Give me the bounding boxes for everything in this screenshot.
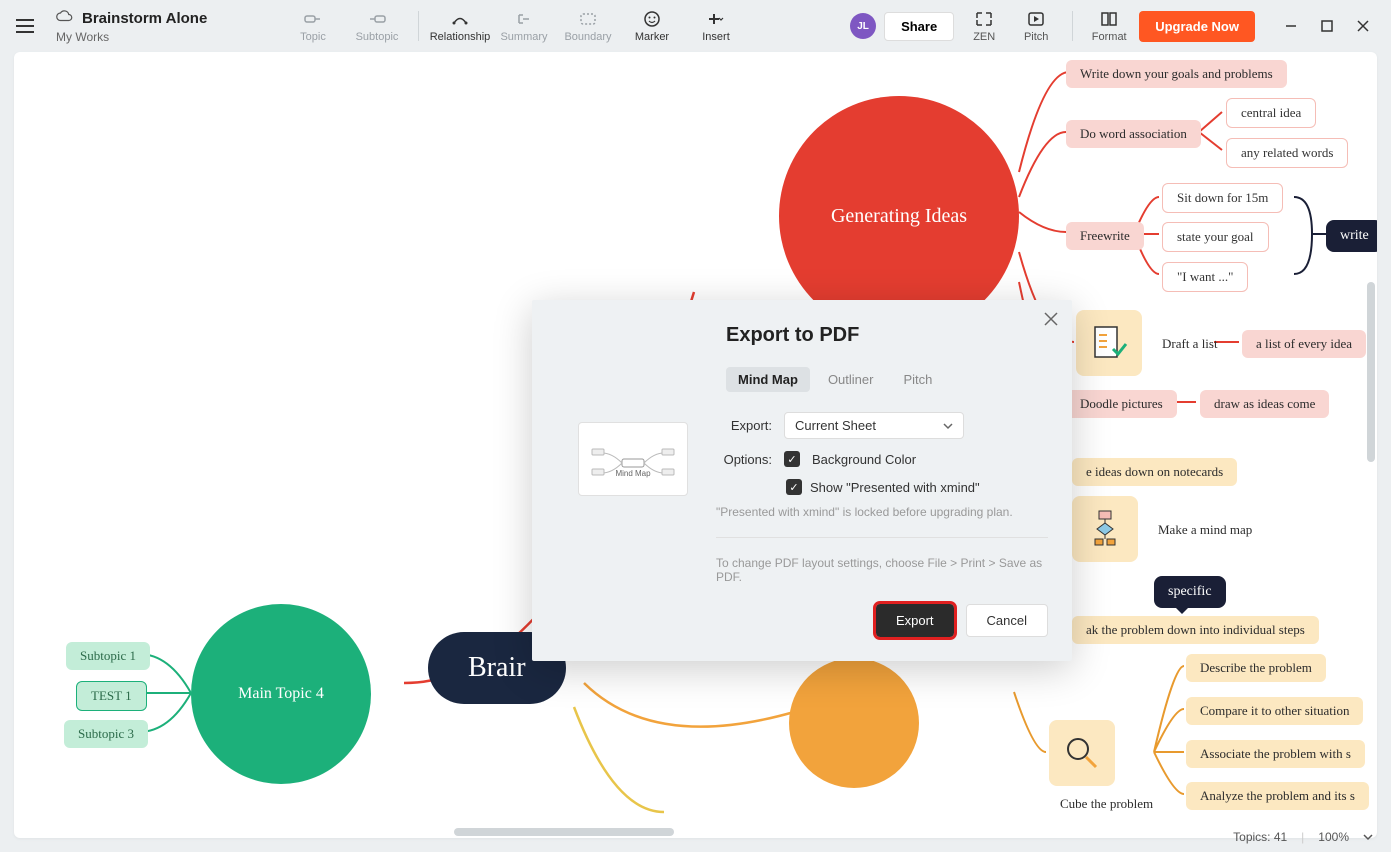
- node-write-dark[interactable]: write: [1326, 220, 1377, 252]
- format-icon: [1099, 9, 1119, 29]
- export-dialog: Export to PDF Mind Map Outliner Pitch Mi…: [532, 300, 1072, 661]
- tool-insert[interactable]: Insert: [687, 9, 745, 43]
- relationship-icon: [450, 9, 470, 29]
- user-avatar[interactable]: JL: [850, 13, 876, 39]
- node-list-every[interactable]: a list of every idea: [1242, 330, 1366, 358]
- flowchart-icon: [1072, 496, 1138, 562]
- subtopic-icon: [367, 9, 387, 29]
- tool-relationship[interactable]: Relationship: [431, 9, 489, 43]
- hint-locked: "Presented with xmind" is locked before …: [716, 505, 1048, 519]
- checkbox-presented[interactable]: ✓: [786, 479, 802, 495]
- node-test-1[interactable]: TEST 1: [76, 681, 147, 711]
- chevron-down-icon[interactable]: [1363, 830, 1373, 844]
- tool-marker[interactable]: Marker: [623, 9, 681, 43]
- insert-icon: [706, 9, 726, 29]
- checklist-icon: [1076, 310, 1142, 376]
- hint-layout: To change PDF layout settings, choose Fi…: [716, 556, 1048, 584]
- options-label: Options:: [716, 452, 772, 467]
- tab-outliner[interactable]: Outliner: [816, 367, 886, 392]
- tool-format[interactable]: Format: [1087, 9, 1131, 43]
- boundary-icon: [578, 9, 598, 29]
- node-central-idea[interactable]: central idea: [1226, 98, 1316, 128]
- cancel-button[interactable]: Cancel: [966, 604, 1048, 637]
- share-button[interactable]: Share: [884, 12, 954, 41]
- menu-button[interactable]: [10, 11, 40, 41]
- node-subtopic-1[interactable]: Subtopic 1: [66, 642, 150, 670]
- document-title[interactable]: Brainstorm Alone: [82, 10, 207, 27]
- node-draw-ideas[interactable]: draw as ideas come: [1200, 390, 1329, 418]
- tool-summary[interactable]: Summary: [495, 9, 553, 43]
- node-cube[interactable]: Cube the problem: [1046, 790, 1167, 818]
- tool-zen[interactable]: ZEN: [962, 9, 1006, 43]
- node-doodle[interactable]: Doodle pictures: [1066, 390, 1177, 418]
- magnifier-icon: [1049, 720, 1115, 786]
- node-related-words[interactable]: any related words: [1226, 138, 1348, 168]
- vertical-scrollbar[interactable]: [1367, 282, 1375, 462]
- checkbox-bg-color[interactable]: ✓: [784, 451, 800, 467]
- tool-pitch[interactable]: Pitch: [1014, 9, 1058, 43]
- top-toolbar: Brainstorm Alone My Works Topic Subtopic…: [0, 0, 1391, 52]
- status-bar: Topics: 41 | 100%: [1215, 822, 1391, 852]
- node-analyze[interactable]: Analyze the problem and its s: [1186, 782, 1369, 810]
- node-mindmap[interactable]: Make a mind map: [1144, 516, 1266, 544]
- tab-mindmap[interactable]: Mind Map: [726, 367, 810, 392]
- pitch-icon: [1026, 9, 1046, 29]
- export-select[interactable]: Current Sheet: [784, 412, 964, 439]
- node-freewrite[interactable]: Freewrite: [1066, 222, 1144, 250]
- export-button[interactable]: Export: [876, 604, 954, 637]
- cloud-icon: [56, 9, 74, 28]
- node-subtopic-3[interactable]: Subtopic 3: [64, 720, 148, 748]
- node-associate[interactable]: Associate the problem with s: [1186, 740, 1365, 768]
- summary-icon: [514, 9, 534, 29]
- tool-boundary[interactable]: Boundary: [559, 9, 617, 43]
- breadcrumb[interactable]: My Works: [56, 30, 236, 44]
- tool-topic[interactable]: Topic: [284, 9, 342, 43]
- zoom-level[interactable]: 100%: [1318, 830, 1349, 844]
- tab-pitch[interactable]: Pitch: [891, 367, 944, 392]
- zen-icon: [974, 9, 994, 29]
- topic-count: Topics: 41: [1233, 830, 1287, 844]
- marker-icon: [642, 9, 662, 29]
- topic-icon: [303, 9, 323, 29]
- node-word-assoc[interactable]: Do word association: [1066, 120, 1201, 148]
- option-presented: Show "Presented with xmind": [810, 480, 980, 495]
- upgrade-button[interactable]: Upgrade Now: [1139, 11, 1255, 42]
- node-stategoal[interactable]: state your goal: [1162, 222, 1269, 252]
- node-write-goals[interactable]: Write down your goals and problems: [1066, 60, 1287, 88]
- dialog-title: Export to PDF: [726, 324, 1048, 347]
- node-sitdown[interactable]: Sit down for 15m: [1162, 183, 1283, 213]
- dialog-close-button[interactable]: [1044, 310, 1058, 331]
- window-close[interactable]: [1355, 18, 1371, 34]
- tool-subtopic[interactable]: Subtopic: [348, 9, 406, 43]
- node-orange[interactable]: [789, 658, 919, 788]
- chevron-down-icon: [943, 418, 953, 433]
- node-draft-list[interactable]: Draft a list: [1148, 330, 1232, 358]
- option-bg-color: Background Color: [812, 452, 916, 467]
- node-breakdown[interactable]: ak the problem down into individual step…: [1072, 616, 1319, 644]
- node-describe[interactable]: Describe the problem: [1186, 654, 1326, 682]
- node-iwant[interactable]: "I want ...": [1162, 262, 1248, 292]
- horizontal-scrollbar[interactable]: [454, 828, 674, 836]
- node-notecards[interactable]: e ideas down on notecards: [1072, 458, 1237, 486]
- window-maximize[interactable]: [1319, 18, 1335, 34]
- node-compare[interactable]: Compare it to other situation: [1186, 697, 1363, 725]
- window-minimize[interactable]: [1283, 18, 1299, 34]
- export-label: Export:: [716, 418, 772, 433]
- export-preview: Mind Map: [578, 422, 688, 496]
- node-main-topic-4[interactable]: Main Topic 4: [191, 604, 371, 784]
